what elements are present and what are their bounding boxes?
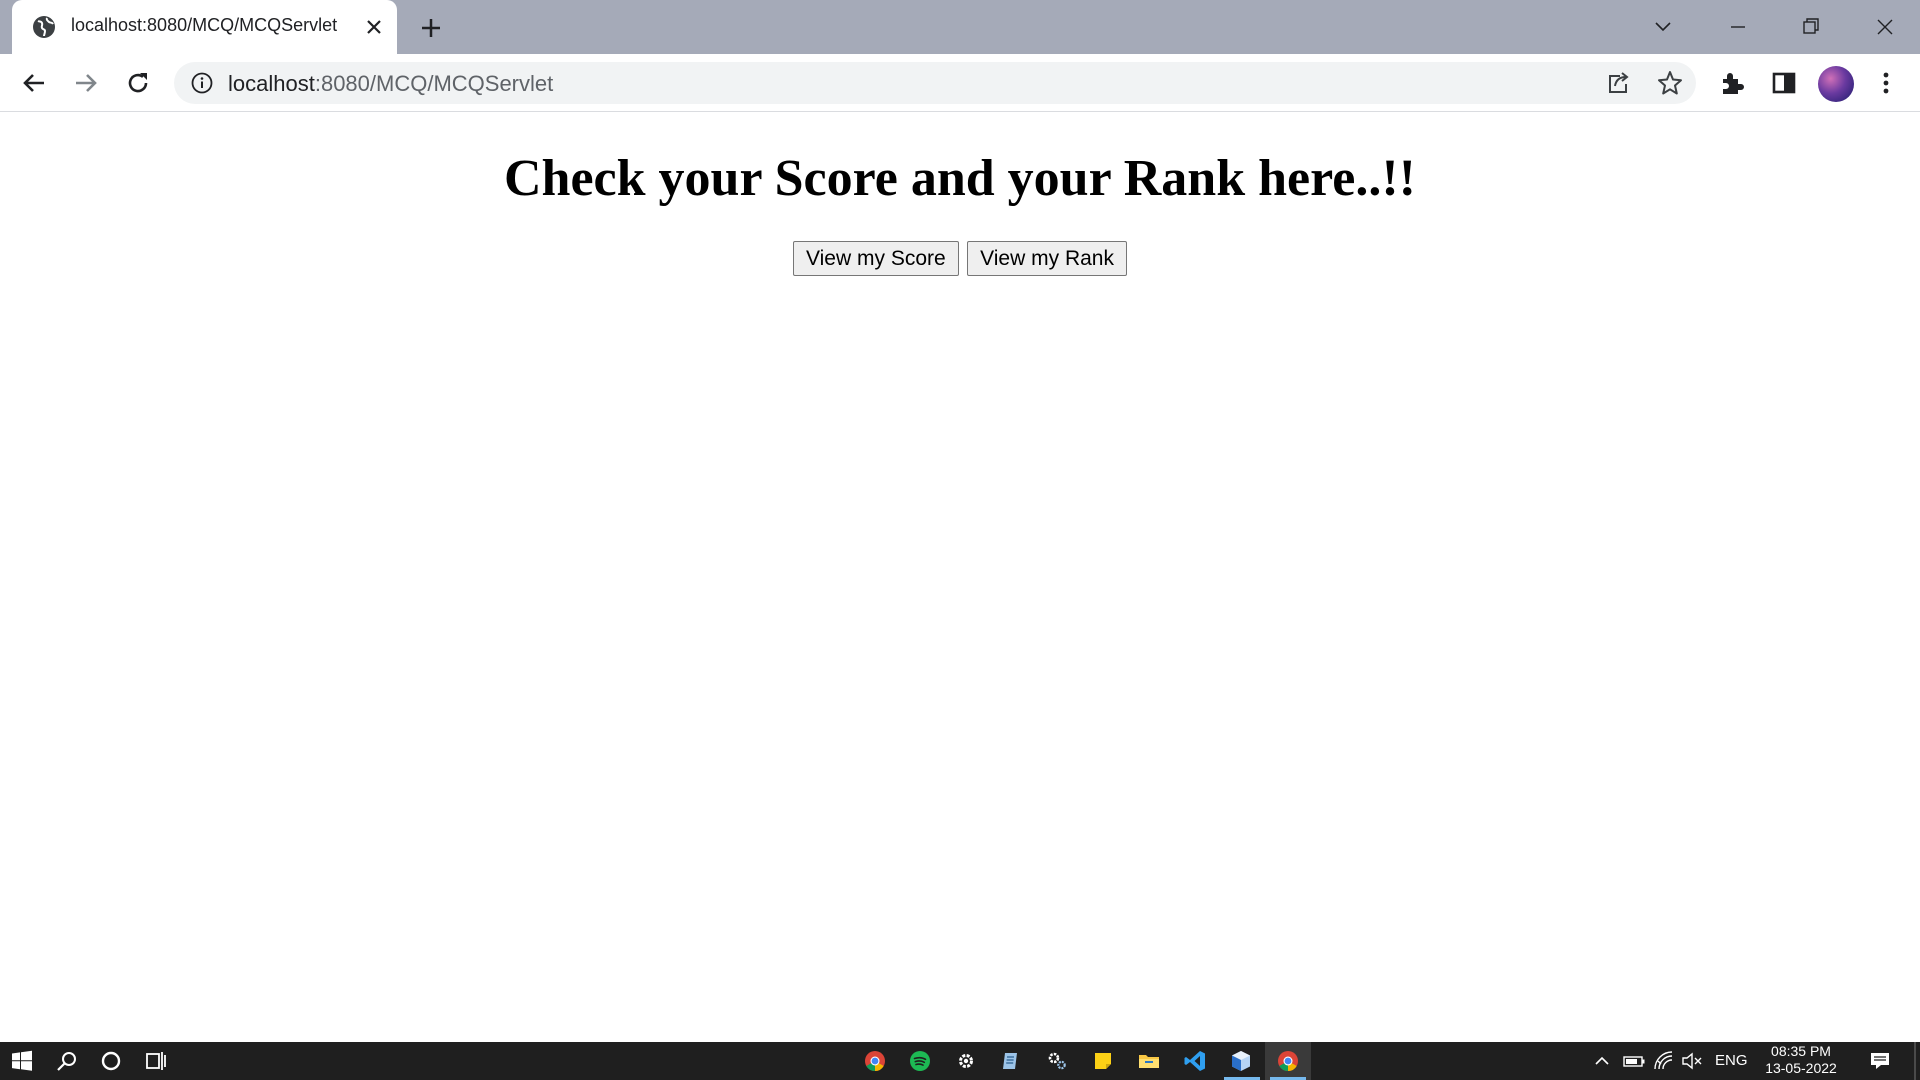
language-indicator[interactable]: ENG xyxy=(1715,1052,1748,1069)
windows-start-icon[interactable] xyxy=(10,1049,34,1073)
tab-search-icon[interactable] xyxy=(1648,12,1678,42)
tab-title: localhost:8080/MCQ/MCQServlet xyxy=(71,15,338,35)
chrome-icon[interactable] xyxy=(863,1049,887,1073)
browser-toolbar: localhost:8080/MCQ/MCQServlet xyxy=(0,54,1920,112)
cortana-icon[interactable] xyxy=(99,1049,123,1073)
url-host: localhost xyxy=(228,71,315,96)
restore-icon[interactable] xyxy=(1796,12,1826,42)
clock-date: 13-05-2022 xyxy=(1765,1060,1837,1076)
view-score-button[interactable]: View my Score xyxy=(793,241,959,276)
forward-icon[interactable] xyxy=(70,67,102,99)
show-desktop-button[interactable] xyxy=(1914,1042,1916,1080)
notification-icon[interactable] xyxy=(1868,1049,1892,1073)
browser-tab-strip: localhost:8080/MCQ/MCQServlet xyxy=(0,0,1920,54)
globe-icon xyxy=(33,16,55,38)
close-tab-icon[interactable] xyxy=(362,15,386,39)
virtualbox-icon[interactable] xyxy=(1229,1049,1253,1073)
clock[interactable]: 08:35 PM 13-05-2022 xyxy=(1756,1043,1846,1077)
wifi-icon[interactable] xyxy=(1652,1049,1676,1073)
windows-taskbar: ENG 08:35 PM 13-05-2022 xyxy=(0,1042,1920,1080)
view-rank-button[interactable]: View my Rank xyxy=(967,241,1127,276)
menu-dots-icon[interactable] xyxy=(1870,67,1902,99)
bookmark-star-icon[interactable] xyxy=(1654,67,1686,99)
profile-avatar[interactable] xyxy=(1818,66,1854,102)
screen: localhost:8080/MCQ/MCQServlet localhost:… xyxy=(0,0,1920,1080)
control-panel-icon[interactable] xyxy=(1045,1049,1069,1073)
clock-time: 08:35 PM xyxy=(1771,1043,1831,1059)
volume-muted-icon[interactable] xyxy=(1680,1049,1704,1073)
minimize-icon[interactable] xyxy=(1723,12,1753,42)
chevron-up-icon[interactable] xyxy=(1592,1049,1612,1073)
address-bar[interactable]: localhost:8080/MCQ/MCQServlet xyxy=(174,62,1696,104)
url-path: :8080/MCQ/MCQServlet xyxy=(314,71,554,96)
button-row: View my Score View my Rank xyxy=(0,241,1920,276)
notepad-icon[interactable] xyxy=(999,1049,1023,1073)
back-icon[interactable] xyxy=(18,67,50,99)
settings-gear-icon[interactable] xyxy=(954,1049,978,1073)
spotify-icon[interactable] xyxy=(908,1049,932,1073)
file-explorer-icon[interactable] xyxy=(1137,1049,1161,1073)
search-icon[interactable] xyxy=(55,1049,79,1073)
new-tab-icon[interactable] xyxy=(416,13,446,43)
sticky-notes-icon[interactable] xyxy=(1091,1049,1115,1073)
page-content: Check your Score and your Rank here..!! … xyxy=(0,113,1920,1042)
reload-icon[interactable] xyxy=(122,67,154,99)
chrome-active-icon[interactable] xyxy=(1276,1049,1300,1073)
vscode-icon[interactable] xyxy=(1183,1049,1207,1073)
side-panel-icon[interactable] xyxy=(1768,67,1800,99)
site-info-icon[interactable] xyxy=(190,71,214,95)
close-window-icon[interactable] xyxy=(1870,12,1900,42)
extensions-icon[interactable] xyxy=(1716,67,1748,99)
browser-tab[interactable]: localhost:8080/MCQ/MCQServlet xyxy=(12,0,397,54)
url-text[interactable]: localhost:8080/MCQ/MCQServlet xyxy=(228,71,553,97)
battery-icon[interactable] xyxy=(1622,1049,1646,1073)
share-icon[interactable] xyxy=(1602,67,1634,99)
page-title: Check your Score and your Rank here..!! xyxy=(504,150,1416,207)
task-view-icon[interactable] xyxy=(144,1049,168,1073)
